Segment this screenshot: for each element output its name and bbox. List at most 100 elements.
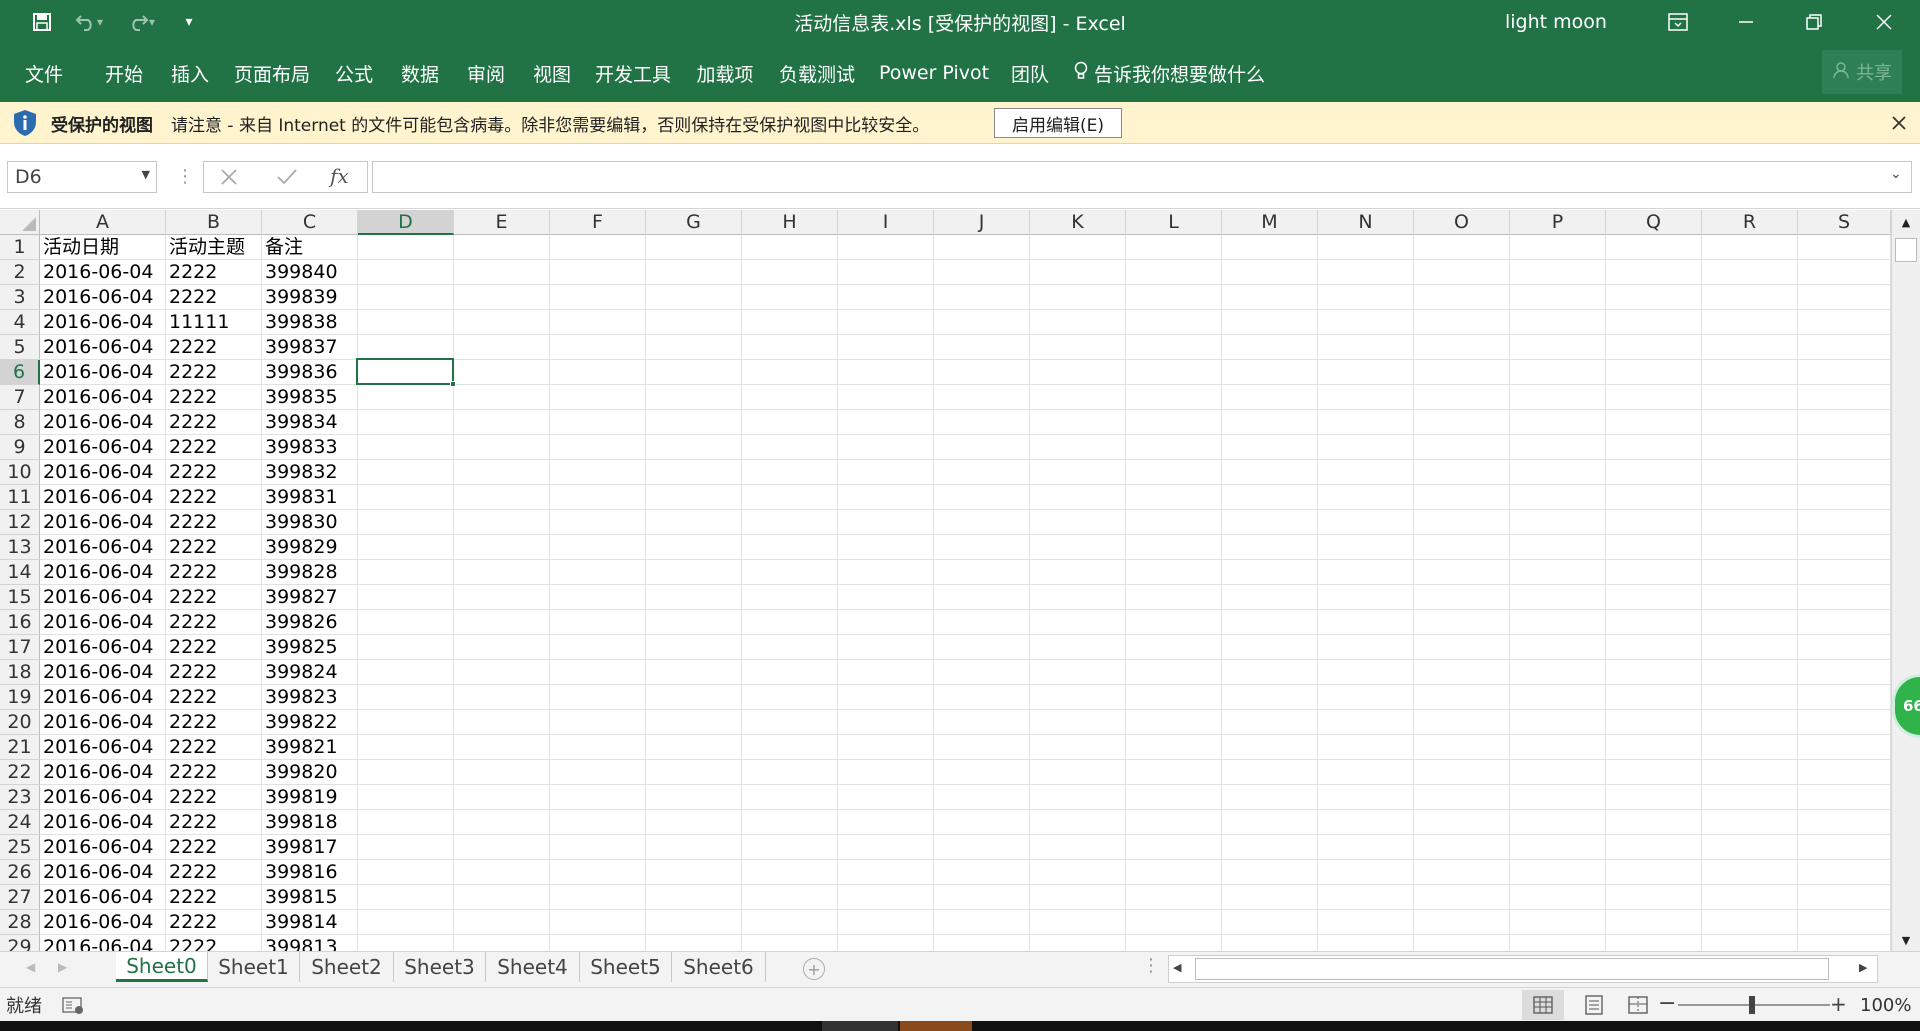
column-header-i[interactable]: I xyxy=(838,210,934,235)
sheet-tab-sheet5[interactable]: Sheet5 xyxy=(580,952,672,982)
cell-c11[interactable]: 399831 xyxy=(262,485,358,510)
cell-b10[interactable]: 2222 xyxy=(166,460,262,485)
customize-qat-icon[interactable]: ▾ xyxy=(176,6,202,38)
user-name[interactable]: light moon xyxy=(1505,0,1607,44)
tab-view[interactable]: 视图 xyxy=(524,44,580,102)
column-header-o[interactable]: O xyxy=(1414,210,1510,235)
cell-c15[interactable]: 399827 xyxy=(262,585,358,610)
row-header[interactable]: 9 xyxy=(0,435,40,460)
zoom-slider-thumb[interactable] xyxy=(1749,996,1755,1014)
tell-me-box[interactable]: 告诉我你想要做什么 xyxy=(1074,44,1304,102)
cell-b28[interactable]: 2222 xyxy=(166,910,262,935)
tab-review[interactable]: 审阅 xyxy=(458,44,514,102)
tab-insert[interactable]: 插入 xyxy=(162,44,218,102)
cell-c28[interactable]: 399814 xyxy=(262,910,358,935)
sheet-tab-sheet2[interactable]: Sheet2 xyxy=(300,952,394,982)
minimize-icon[interactable] xyxy=(1712,0,1780,44)
column-header-d[interactable]: D xyxy=(358,210,454,235)
close-icon[interactable] xyxy=(1850,0,1918,44)
row-header[interactable]: 19 xyxy=(0,685,40,710)
share-button[interactable]: 共享 xyxy=(1822,50,1902,94)
cell-c3[interactable]: 399839 xyxy=(262,285,358,310)
tab-load-test[interactable]: 负载测试 xyxy=(772,44,862,102)
cell-b27[interactable]: 2222 xyxy=(166,885,262,910)
chevron-down-icon[interactable]: ▼ xyxy=(142,168,150,181)
row-header[interactable]: 18 xyxy=(0,660,40,685)
cell-c25[interactable]: 399817 xyxy=(262,835,358,860)
scroll-left-icon[interactable]: ◀ xyxy=(1173,961,1187,977)
cell-c23[interactable]: 399819 xyxy=(262,785,358,810)
horizontal-scroll-thumb[interactable] xyxy=(1195,958,1829,980)
cell-b11[interactable]: 2222 xyxy=(166,485,262,510)
close-icon[interactable] xyxy=(1888,112,1910,134)
add-sheet-icon[interactable]: + xyxy=(803,958,825,980)
enable-editing-button[interactable]: 启用编辑(E) xyxy=(994,108,1122,138)
row-header[interactable]: 3 xyxy=(0,285,40,310)
active-cell-outline[interactable] xyxy=(356,358,456,387)
cell-b20[interactable]: 2222 xyxy=(166,710,262,735)
cell-b21[interactable]: 2222 xyxy=(166,735,262,760)
row-header[interactable]: 14 xyxy=(0,560,40,585)
cell-c22[interactable]: 399820 xyxy=(262,760,358,785)
cell-b29[interactable]: 2222 xyxy=(166,935,262,951)
macro-record-icon[interactable] xyxy=(62,995,84,1015)
undo-dropdown-icon[interactable]: ▾ xyxy=(92,6,108,38)
cell-c5[interactable]: 399837 xyxy=(262,335,358,360)
tab-file[interactable]: 文件 xyxy=(14,44,74,102)
row-header[interactable]: 11 xyxy=(0,485,40,510)
zoom-in-icon[interactable]: + xyxy=(1830,990,1848,1020)
column-header-h[interactable]: H xyxy=(742,210,838,235)
row-header[interactable]: 26 xyxy=(0,860,40,885)
cell-b16[interactable]: 2222 xyxy=(166,610,262,635)
cell-c6[interactable]: 399836 xyxy=(262,360,358,385)
column-header-f[interactable]: F xyxy=(550,210,646,235)
tab-home[interactable]: 开始 xyxy=(96,44,152,102)
name-box[interactable]: D6 ▼ xyxy=(7,161,157,193)
cell-c27[interactable]: 399815 xyxy=(262,885,358,910)
vertical-scroll-thumb[interactable] xyxy=(1895,238,1917,262)
scroll-down-icon[interactable]: ▼ xyxy=(1898,934,1914,950)
scroll-tabs-left-icon[interactable]: ◀ xyxy=(26,960,40,978)
cell-b24[interactable]: 2222 xyxy=(166,810,262,835)
cell-b26[interactable]: 2222 xyxy=(166,860,262,885)
row-header[interactable]: 2 xyxy=(0,260,40,285)
cell-b4[interactable]: 11111 xyxy=(166,310,262,335)
fill-handle[interactable] xyxy=(450,381,456,387)
tab-add-ins[interactable]: 加载项 xyxy=(690,44,760,102)
column-header-s[interactable]: S xyxy=(1798,210,1891,235)
cell-c18[interactable]: 399824 xyxy=(262,660,358,685)
cell-b25[interactable]: 2222 xyxy=(166,835,262,860)
cell-c19[interactable]: 399823 xyxy=(262,685,358,710)
column-header-q[interactable]: Q xyxy=(1606,210,1702,235)
tab-team[interactable]: 团队 xyxy=(1004,44,1056,102)
row-header[interactable]: 10 xyxy=(0,460,40,485)
row-header[interactable]: 8 xyxy=(0,410,40,435)
cell-c26[interactable]: 399816 xyxy=(262,860,358,885)
row-header[interactable]: 16 xyxy=(0,610,40,635)
restore-icon[interactable] xyxy=(1780,0,1848,44)
cell-c24[interactable]: 399818 xyxy=(262,810,358,835)
vertical-scrollbar[interactable]: ▲ ▼ xyxy=(1891,210,1920,951)
row-header[interactable]: 22 xyxy=(0,760,40,785)
sheet-tab-sheet1[interactable]: Sheet1 xyxy=(208,952,300,982)
worksheet-grid[interactable]: A B C D E F G H I J K L M N O P Q R S 1 活动日期 活动主题 备注 2 2016-06-0… xyxy=(0,210,1891,951)
expand-formula-icon[interactable]: ⌄ xyxy=(1890,166,1908,186)
row-header[interactable]: 12 xyxy=(0,510,40,535)
cell-c9[interactable]: 399833 xyxy=(262,435,358,460)
row-header[interactable]: 25 xyxy=(0,835,40,860)
row-header[interactable]: 4 xyxy=(0,310,40,335)
cell-c10[interactable]: 399832 xyxy=(262,460,358,485)
horizontal-scrollbar[interactable]: ◀ ▶ xyxy=(1168,955,1878,983)
column-header-p[interactable]: P xyxy=(1510,210,1606,235)
row-header[interactable]: 13 xyxy=(0,535,40,560)
scroll-right-icon[interactable]: ▶ xyxy=(1859,961,1873,977)
redo-dropdown-icon[interactable]: ▾ xyxy=(144,6,160,38)
cell-b15[interactable]: 2222 xyxy=(166,585,262,610)
column-header-r[interactable]: R xyxy=(1702,210,1798,235)
tab-data[interactable]: 数据 xyxy=(392,44,448,102)
cell-c20[interactable]: 399822 xyxy=(262,710,358,735)
sheet-tab-sheet0[interactable]: Sheet0 xyxy=(116,952,208,982)
row-header[interactable]: 17 xyxy=(0,635,40,660)
row-header[interactable]: 6 xyxy=(0,360,40,385)
taskbar-item[interactable] xyxy=(822,1021,898,1031)
